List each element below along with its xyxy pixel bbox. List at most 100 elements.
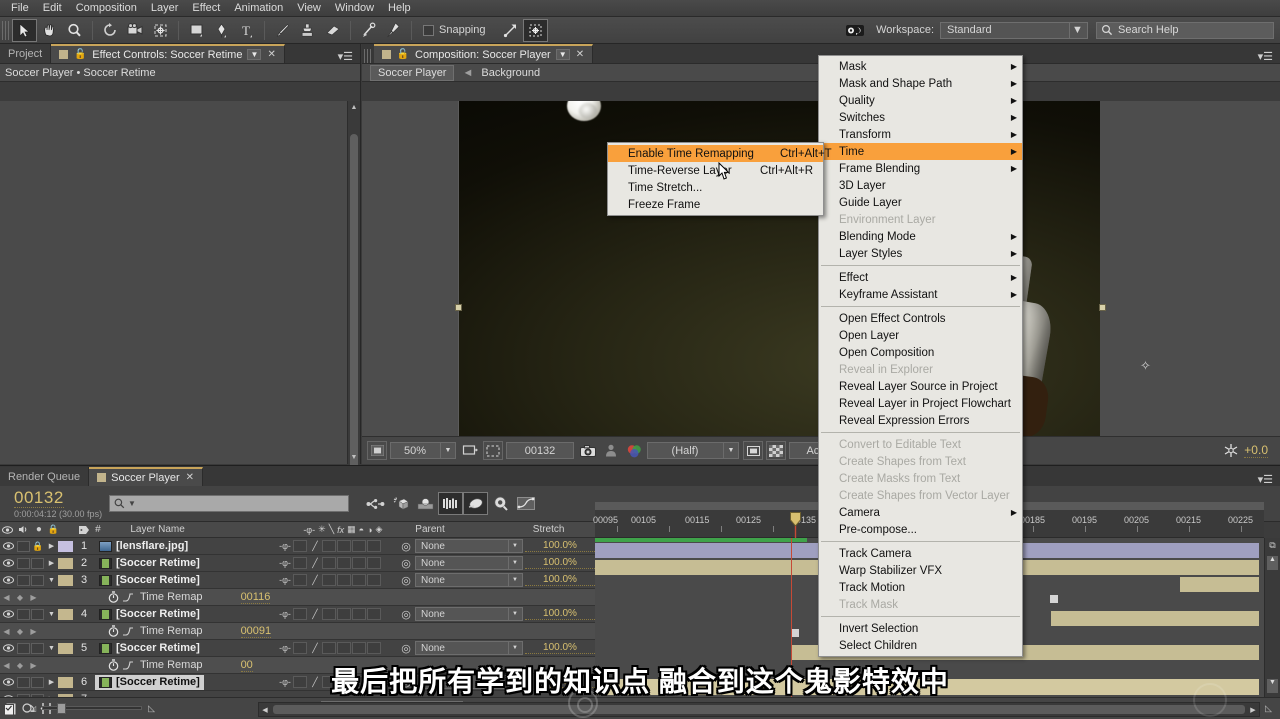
- draft-3d-icon[interactable]: [388, 492, 413, 515]
- search-help-input[interactable]: Search Help: [1096, 21, 1274, 39]
- 3d-switch[interactable]: [367, 557, 381, 569]
- context-menu-item-blending-mode[interactable]: Blending Mode ▶: [819, 228, 1022, 245]
- enable-frame-blending-icon[interactable]: [438, 492, 463, 515]
- lock-toggle[interactable]: 🔒: [31, 541, 45, 552]
- playhead-marker[interactable]: [790, 512, 801, 538]
- parent-pickwhip-icon[interactable]: ◎: [397, 540, 415, 553]
- auto-keyframe-icon[interactable]: [488, 492, 513, 515]
- tab-effect-controls[interactable]: 🔓 Effect Controls: Soccer Retime ▼ ✕: [51, 44, 285, 63]
- toggle-view-layout-icon[interactable]: [743, 441, 763, 460]
- frame-blend-switch[interactable]: [322, 608, 336, 620]
- context-menu-item-keyframe-assistant[interactable]: Keyframe Assistant ▶: [819, 286, 1022, 303]
- current-time-field[interactable]: 00132: [506, 442, 574, 459]
- frame-blend-switch[interactable]: [322, 574, 336, 586]
- context-menu-item-invert-selection[interactable]: Invert Selection: [819, 620, 1022, 637]
- parent-dropdown[interactable]: None ▼: [415, 573, 523, 587]
- quality-switch[interactable]: [293, 574, 307, 586]
- toggle-transparency-grid-icon[interactable]: [367, 441, 387, 460]
- stretch-value[interactable]: 100.0%: [525, 540, 595, 552]
- snapping-checkbox[interactable]: Snapping: [423, 24, 486, 36]
- adjustment-switch[interactable]: [352, 642, 366, 654]
- layer-handle-right[interactable]: [1099, 304, 1106, 311]
- submenu-item-time-stretch[interactable]: Time Stretch...: [608, 179, 823, 196]
- eraser-tool[interactable]: [320, 19, 345, 42]
- context-menu-item-select-children[interactable]: Select Children: [819, 637, 1022, 654]
- context-menu-item-warp-stabilizer-vfx[interactable]: Warp Stabilizer VFX: [819, 562, 1022, 579]
- shape-tool[interactable]: [184, 19, 209, 42]
- label-color[interactable]: [58, 574, 73, 586]
- layer-handle-left[interactable]: [455, 304, 462, 311]
- keyframe-marker[interactable]: [791, 629, 799, 637]
- scroll-down-arrow-icon[interactable]: ▼: [348, 451, 360, 464]
- video-toggle[interactable]: [0, 644, 17, 652]
- video-toggle[interactable]: [0, 610, 17, 618]
- toggle-checkerboard-icon[interactable]: [766, 441, 786, 460]
- audio-toggle[interactable]: [17, 540, 30, 552]
- label-color[interactable]: [58, 608, 73, 620]
- pen-tool[interactable]: [209, 19, 234, 42]
- stretch-value[interactable]: 100.0%: [525, 574, 595, 586]
- quality-switch[interactable]: [293, 608, 307, 620]
- layer-name[interactable]: [Soccer Retime]: [95, 573, 204, 588]
- pan-behind-tool[interactable]: [148, 19, 173, 42]
- menu-window[interactable]: Window: [328, 0, 381, 17]
- anchor-point-icon[interactable]: ✧: [1140, 359, 1153, 372]
- submenu-item-enable-time-remapping[interactable]: Enable Time Remapping Ctrl+Alt+T: [608, 145, 832, 162]
- stopwatch-icon[interactable]: [108, 591, 122, 603]
- expand-triangle[interactable]: ▶: [45, 559, 58, 567]
- context-menu-item-reveal-layer-flowchart[interactable]: Reveal Layer in Project Flowchart: [819, 395, 1022, 412]
- lock-icon[interactable]: 🔓: [396, 49, 410, 60]
- scroll-right-arrow-icon[interactable]: ▶: [1247, 703, 1259, 716]
- roto-brush-tool[interactable]: [356, 19, 381, 42]
- toggle-mask-icon[interactable]: [483, 441, 503, 460]
- brush-tool[interactable]: [270, 19, 295, 42]
- layer-switches[interactable]: -φ- ╱: [277, 574, 397, 586]
- chevron-down-icon[interactable]: ▼: [247, 49, 262, 60]
- zoom-thumb[interactable]: [57, 703, 67, 714]
- quality-switch[interactable]: [293, 642, 307, 654]
- menu-animation[interactable]: Animation: [227, 0, 290, 17]
- 3d-switch[interactable]: [367, 642, 381, 654]
- exposure-icon[interactable]: [1221, 441, 1241, 460]
- timeline-panel-menu-icon[interactable]: ▾☰: [1251, 473, 1280, 486]
- keyframe-marker[interactable]: [1050, 595, 1058, 603]
- expand-triangle[interactable]: ▼: [45, 577, 58, 584]
- context-menu-item-open-effect-controls[interactable]: Open Effect Controls: [819, 310, 1022, 327]
- property-value[interactable]: 00091: [240, 625, 272, 638]
- context-menu-item-layer-styles[interactable]: Layer Styles ▶: [819, 245, 1022, 262]
- collapse-icon[interactable]: ╱: [308, 541, 322, 552]
- motion-blur-switch[interactable]: [337, 557, 351, 569]
- stopwatch-icon[interactable]: [108, 625, 122, 637]
- text-tool[interactable]: T: [234, 19, 259, 42]
- comp-flowchart-icon[interactable]: ⧉: [1265, 538, 1280, 552]
- timeline-horizontal-scrollbar[interactable]: ◀ ▶: [258, 702, 1260, 717]
- context-menu-item-effect[interactable]: Effect ▶: [819, 269, 1022, 286]
- close-icon[interactable]: ✕: [576, 49, 584, 60]
- parent-pickwhip-icon[interactable]: ◎: [397, 557, 415, 570]
- tab-render-queue[interactable]: Render Queue: [0, 467, 90, 486]
- audio-toggle[interactable]: [17, 557, 30, 569]
- layer-switches[interactable]: -φ- ╱: [277, 642, 397, 654]
- channel-rgb-icon[interactable]: [624, 441, 644, 460]
- label-color[interactable]: [58, 642, 73, 654]
- parent-dropdown[interactable]: None ▼: [415, 641, 523, 655]
- comp-nav-next[interactable]: Background: [481, 67, 540, 79]
- context-menu-item-open-layer[interactable]: Open Layer: [819, 327, 1022, 344]
- parent-dropdown[interactable]: None ▼: [415, 607, 523, 621]
- transform-box-icon[interactable]: [522, 18, 548, 42]
- context-menu-item-mask-and-shape-path[interactable]: Mask and Shape Path ▶: [819, 75, 1022, 92]
- parent-pickwhip-icon[interactable]: ◎: [397, 642, 415, 655]
- frame-blend-switch[interactable]: [322, 642, 336, 654]
- enable-motion-blur-icon[interactable]: [463, 492, 488, 515]
- comp-tab-grip[interactable]: [364, 49, 371, 63]
- collapse-icon[interactable]: ╱: [308, 643, 322, 654]
- puppet-tool[interactable]: [381, 19, 406, 42]
- layer-name[interactable]: [Soccer Retime]: [95, 556, 204, 571]
- menu-composition[interactable]: Composition: [69, 0, 144, 17]
- motion-blur-switch[interactable]: [337, 540, 351, 552]
- clone-stamp-tool[interactable]: [295, 19, 320, 42]
- video-toggle[interactable]: [0, 576, 17, 584]
- next-keyframe-arrow-icon[interactable]: ▶: [27, 627, 40, 636]
- expand-triangle[interactable]: ▶: [45, 542, 58, 550]
- shy-icon[interactable]: -φ-: [277, 575, 293, 585]
